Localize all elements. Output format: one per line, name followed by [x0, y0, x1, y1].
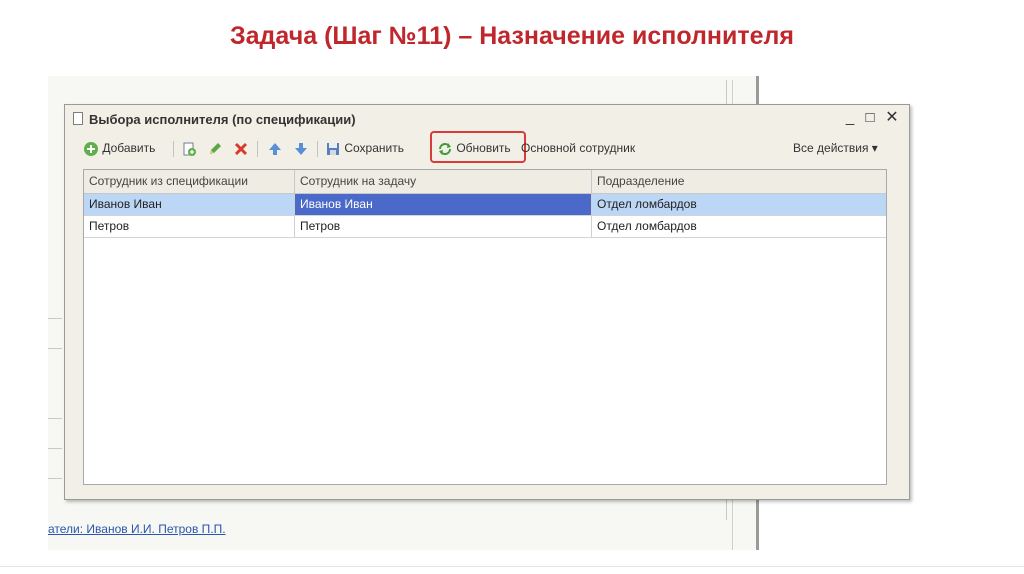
column-header-department[interactable]: Подразделение	[592, 170, 886, 193]
column-header-task-employee[interactable]: Сотрудник на задачу	[295, 170, 592, 193]
move-down-icon	[295, 142, 307, 155]
all-actions-menu[interactable]: Все действия ▾	[793, 138, 878, 158]
performers-table: Сотрудник из спецификации Сотрудник на з…	[83, 169, 887, 485]
background-field-line	[48, 418, 62, 419]
delete-icon	[234, 142, 248, 155]
performers-link[interactable]: атели: Иванов И.И. Петров П.П.	[48, 522, 226, 536]
toolbar-separator	[317, 141, 318, 157]
add-icon	[84, 141, 98, 156]
toolbar-separator	[257, 141, 258, 157]
cell-spec-employee[interactable]: Петров	[84, 216, 295, 237]
refresh-button-label: Обновить	[456, 141, 511, 155]
table-row[interactable]: Петров Петров Отдел ломбардов	[84, 216, 886, 238]
refresh-icon	[439, 142, 451, 155]
document-icon	[73, 112, 83, 125]
copy-button[interactable]	[181, 138, 197, 158]
save-icon	[327, 142, 339, 155]
background-field-line	[48, 448, 62, 449]
move-up-icon	[269, 142, 281, 155]
move-up-button[interactable]	[267, 138, 283, 158]
delete-button[interactable]	[233, 138, 249, 158]
dialog-title: Выбора исполнителя (по спецификации)	[89, 112, 356, 127]
move-down-button[interactable]	[293, 138, 309, 158]
dialog-toolbar: Добавить Сохранить Обновить Основной сот…	[75, 131, 901, 163]
maximize-button[interactable]: □	[861, 109, 879, 127]
table-header: Сотрудник из спецификации Сотрудник на з…	[84, 170, 886, 194]
cell-task-employee[interactable]: Иванов Иван	[295, 194, 592, 215]
add-button-label: Добавить	[102, 141, 156, 155]
dialog-titlebar[interactable]: Выбора исполнителя (по спецификации) _ □…	[65, 105, 909, 133]
cell-department[interactable]: Отдел ломбардов	[592, 194, 886, 215]
toolbar-separator	[173, 141, 174, 157]
add-button[interactable]: Добавить	[83, 138, 155, 158]
slide-title: Задача (Шаг №11) – Назначение исполнител…	[229, 22, 794, 50]
background-field-line	[48, 348, 62, 349]
refresh-button[interactable]: Обновить	[437, 138, 511, 158]
close-button[interactable]: ✕	[883, 109, 901, 127]
background-field-line	[48, 318, 62, 319]
minimize-button[interactable]: _	[841, 109, 859, 127]
background-field-line	[48, 478, 62, 479]
save-button[interactable]: Сохранить	[325, 138, 404, 158]
copy-icon	[183, 142, 196, 156]
table-row[interactable]: Иванов Иван Иванов Иван Отдел ломбардов	[84, 194, 886, 216]
edit-icon	[210, 142, 221, 154]
save-button-label: Сохранить	[344, 141, 404, 155]
select-performer-dialog: Выбора исполнителя (по спецификации) _ □…	[64, 104, 910, 500]
column-header-spec-employee[interactable]: Сотрудник из спецификации	[84, 170, 295, 193]
cell-spec-employee[interactable]: Иванов Иван	[84, 194, 295, 215]
main-employee-button[interactable]: Основной сотрудник	[521, 138, 635, 158]
cell-task-employee[interactable]: Петров	[295, 216, 592, 237]
edit-button[interactable]	[207, 138, 223, 158]
slide-bottom-border	[0, 566, 1024, 567]
cell-department[interactable]: Отдел ломбардов	[592, 216, 886, 237]
